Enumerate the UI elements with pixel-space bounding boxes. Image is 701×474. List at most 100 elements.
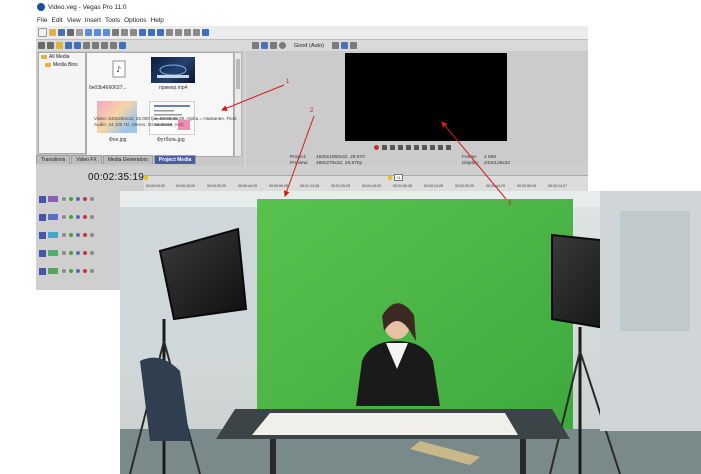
selection-tool-icon[interactable] (157, 29, 164, 36)
track-motion-icon[interactable] (62, 233, 66, 237)
tree-item-media-bins[interactable]: Media Bins (39, 61, 85, 69)
save-snapshot-icon[interactable] (349, 42, 357, 49)
preview-properties-icon[interactable] (252, 42, 259, 49)
envelope-tool-icon[interactable] (148, 29, 155, 36)
media-properties-text: Video: 640x360x32, 25,000 fps, 00:02:38:… (94, 116, 244, 127)
go-to-start-icon[interactable] (422, 144, 427, 150)
stop-icon[interactable] (414, 144, 419, 150)
media-search-icon[interactable] (119, 42, 126, 49)
menu-file[interactable]: File (37, 17, 47, 24)
track-solo-icon[interactable] (90, 233, 94, 237)
open-icon[interactable] (49, 29, 56, 36)
ruler-tick-label: 00:00:15:00 (176, 184, 195, 188)
back-icon[interactable] (38, 42, 45, 49)
menu-bar: File Edit View Insert Tools Options Help (36, 14, 588, 26)
external-monitor-icon[interactable] (261, 42, 268, 49)
auto-ripple-icon[interactable] (175, 29, 182, 36)
track-composite-icon[interactable] (76, 233, 80, 237)
menu-insert[interactable]: Insert (85, 17, 101, 24)
tab-media-generators[interactable]: Media Generators (102, 155, 153, 164)
tab-transitions[interactable]: Transitions (36, 155, 71, 164)
render-icon[interactable] (67, 29, 74, 36)
tree-item-all-media[interactable]: All Media (39, 53, 85, 61)
track-mute-icon[interactable] (83, 233, 87, 237)
track-composite-icon[interactable] (76, 215, 80, 219)
copy-icon[interactable] (94, 29, 101, 36)
preview-screen[interactable] (345, 53, 507, 141)
track-motion-icon[interactable] (62, 197, 66, 201)
menu-view[interactable]: View (67, 17, 81, 24)
save-icon[interactable] (58, 29, 65, 36)
cut-icon[interactable] (85, 29, 92, 36)
track-mute-icon[interactable] (83, 269, 87, 273)
tab-video-fx[interactable]: Video FX (71, 155, 102, 164)
track-mute-icon[interactable] (83, 215, 87, 219)
track-composite-icon[interactable] (76, 197, 80, 201)
track-solo-icon[interactable] (90, 197, 94, 201)
video-fx-icon[interactable] (279, 42, 286, 49)
media-properties-icon[interactable] (92, 42, 99, 49)
track-fx-icon[interactable] (69, 251, 73, 255)
project-info-value: 1920x1080x32, 29,970 (316, 155, 365, 160)
capture-video-icon[interactable] (65, 42, 72, 49)
properties-icon[interactable] (76, 29, 83, 36)
track-motion-icon[interactable] (62, 251, 66, 255)
get-media-icon[interactable] (74, 42, 81, 49)
forward-icon[interactable] (47, 42, 54, 49)
scrollbar-thumb[interactable] (236, 59, 240, 89)
track-solo-icon[interactable] (90, 251, 94, 255)
go-to-end-icon[interactable] (430, 144, 435, 150)
snapping-icon[interactable] (166, 29, 173, 36)
menu-tools[interactable]: Tools (105, 17, 120, 24)
views-icon[interactable] (110, 42, 117, 49)
delete-icon[interactable] (112, 29, 119, 36)
track-motion-icon[interactable] (62, 269, 66, 273)
loop-playback-icon[interactable] (382, 144, 387, 150)
track-fx-icon[interactable] (69, 269, 73, 273)
preview-quality-select[interactable]: Good (Auto) (294, 43, 324, 49)
timeline-marker[interactable] (388, 176, 392, 180)
track-mute-icon[interactable] (83, 197, 87, 201)
track-mute-icon[interactable] (83, 251, 87, 255)
track-fx-icon[interactable] (69, 233, 73, 237)
folder-icon (45, 63, 51, 67)
track-composite-icon[interactable] (76, 251, 80, 255)
split-screen-icon[interactable] (270, 42, 277, 49)
pause-icon[interactable] (406, 144, 411, 150)
track-solo-icon[interactable] (90, 269, 94, 273)
time-ruler[interactable]: +1 00:00:00:00 00:00:15:00 00:00:29:29 0… (144, 174, 588, 192)
media-item-thumbnail[interactable]: ♪ (99, 57, 139, 83)
menu-options[interactable]: Options (124, 17, 146, 24)
play-from-start-icon[interactable] (390, 144, 395, 150)
tab-project-media[interactable]: Project Media (153, 155, 197, 164)
media-scrollbar[interactable] (234, 52, 242, 157)
video-thumbnail-icon (157, 64, 189, 78)
copy-snapshot-icon[interactable] (340, 42, 348, 49)
folder-icon (41, 55, 47, 59)
track-fx-icon[interactable] (69, 197, 73, 201)
overlays-icon[interactable] (331, 42, 339, 49)
redo-icon[interactable] (130, 29, 137, 36)
menu-help[interactable]: Help (151, 17, 164, 24)
remove-media-icon[interactable] (83, 42, 90, 49)
track-solo-icon[interactable] (90, 215, 94, 219)
media-fx-icon[interactable] (101, 42, 108, 49)
menu-edit[interactable]: Edit (51, 17, 62, 24)
media-item-thumbnail[interactable] (151, 57, 195, 83)
prev-frame-icon[interactable] (438, 144, 443, 150)
next-frame-icon[interactable] (446, 144, 451, 150)
record-icon[interactable] (374, 144, 379, 150)
help-icon[interactable] (202, 29, 209, 36)
track-motion-icon[interactable] (62, 215, 66, 219)
track-fx-icon[interactable] (69, 215, 73, 219)
normal-edit-tool-icon[interactable] (139, 29, 146, 36)
ignore-grouping-icon[interactable] (193, 29, 200, 36)
undo-icon[interactable] (121, 29, 128, 36)
play-icon[interactable] (398, 144, 403, 150)
import-media-icon[interactable] (56, 42, 63, 49)
track-composite-icon[interactable] (76, 269, 80, 273)
new-project-icon[interactable] (38, 28, 47, 37)
lock-envelopes-icon[interactable] (184, 29, 191, 36)
timeline-marker[interactable] (144, 176, 148, 180)
paste-icon[interactable] (103, 29, 110, 36)
